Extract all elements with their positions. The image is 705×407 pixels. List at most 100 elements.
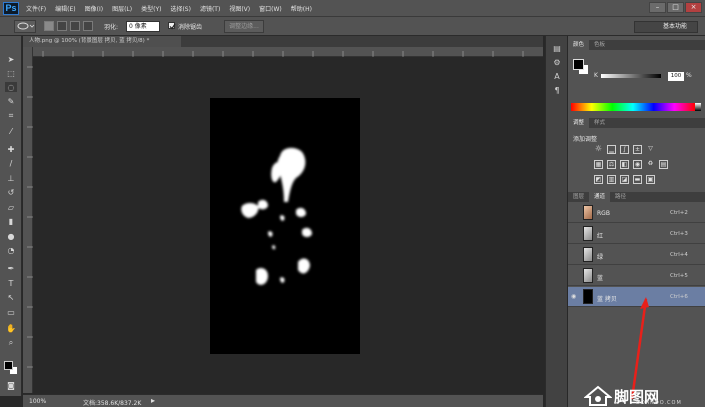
minimize-icon[interactable]: – [649, 2, 666, 13]
channel-mixer-icon[interactable]: ♻ [646, 160, 655, 169]
visibility-icon[interactable] [571, 272, 578, 279]
gradient-map-icon[interactable]: ▬ [633, 175, 642, 184]
levels-icon[interactable]: ▁ [607, 145, 616, 154]
vibrance-icon[interactable]: ▽ [646, 145, 655, 154]
black-white-icon[interactable]: ◧ [620, 160, 629, 169]
history-brush-tool-icon[interactable]: ↺ [5, 187, 17, 197]
path-select-tool-icon[interactable]: ↖ [5, 292, 17, 302]
color-balance-icon[interactable]: ⚖ [607, 160, 616, 169]
posterize-icon[interactable]: ▥ [607, 175, 616, 184]
threshold-icon[interactable]: ◪ [620, 175, 629, 184]
lasso-tool-icon[interactable]: ◌ [5, 82, 17, 92]
paragraph-panel-icon[interactable]: ¶ [552, 86, 562, 96]
clone-stamp-tool-icon[interactable]: ⊥ [5, 173, 17, 183]
grayscale-ramp[interactable] [695, 103, 701, 111]
color-spectrum[interactable] [571, 103, 695, 111]
menu-view[interactable]: 视图(V) [229, 4, 250, 13]
refine-edge-button[interactable]: 调整边缘... [224, 20, 264, 33]
k-value-input[interactable]: 100 [668, 72, 684, 81]
rectangle-tool-icon[interactable]: ▭ [5, 307, 17, 317]
color-panel-tabs: 颜色 色板 [568, 40, 705, 50]
menu-select[interactable]: 选择(S) [170, 4, 191, 13]
tab-swatches[interactable]: 色板 [589, 40, 610, 50]
vertical-ruler[interactable] [23, 47, 33, 393]
brush-tool-icon[interactable]: / [5, 158, 17, 168]
zoom-level[interactable]: 100% [29, 398, 46, 405]
adjustment-row-1: ☼ ▁ ∫ ± ▽ [594, 145, 655, 154]
feather-input[interactable]: 0 像素 [126, 21, 160, 32]
channel-row-green[interactable]: 绿 Ctrl+4 [568, 245, 705, 265]
tab-channels[interactable]: 通道 [589, 192, 611, 202]
properties-panel-icon[interactable]: ⚙ [552, 58, 562, 68]
character-panel-icon[interactable]: A [552, 72, 562, 82]
dodge-tool-icon[interactable]: ◔ [5, 245, 17, 255]
hand-tool-icon[interactable]: ✋ [5, 323, 17, 333]
tab-paths[interactable]: 路径 [610, 192, 631, 202]
tab-adjustments[interactable]: 调整 [568, 118, 590, 128]
status-menu-arrow-icon[interactable]: ▸ [151, 396, 155, 405]
quick-mask-icon[interactable]: ◙ [5, 380, 17, 390]
tab-layers[interactable]: 图层 [568, 192, 589, 202]
eye-icon[interactable]: ◉ [571, 293, 578, 300]
channel-name: RGB [597, 210, 610, 217]
curves-icon[interactable]: ∫ [620, 145, 629, 154]
eyedropper-tool-icon[interactable]: ⁄ [5, 126, 17, 136]
history-panel-icon[interactable]: ▤ [552, 44, 562, 54]
menu-filter[interactable]: 滤镜(T) [200, 4, 220, 13]
document-tab[interactable]: 人物.png @ 100% (背景图层 拷贝, 蓝 拷贝/8) * [23, 36, 181, 47]
antialias-checkbox[interactable] [168, 22, 176, 30]
zoom-tool-icon[interactable]: ⌕ [5, 338, 17, 348]
hue-saturation-icon[interactable]: ▦ [594, 160, 603, 169]
tab-styles[interactable]: 样式 [589, 118, 610, 128]
channel-row-blue[interactable]: 蓝 Ctrl+5 [568, 266, 705, 286]
healing-brush-tool-icon[interactable]: ✚ [5, 144, 17, 154]
add-selection-icon[interactable] [57, 21, 67, 31]
selective-color-icon[interactable]: ▣ [646, 175, 655, 184]
eraser-tool-icon[interactable]: ▱ [5, 202, 17, 212]
lasso-tool-preset-icon[interactable] [14, 20, 36, 33]
selection-modes [44, 21, 93, 31]
menu-window[interactable]: 窗口(W) [259, 4, 282, 13]
foreground-color-swatch[interactable] [4, 361, 13, 370]
feather-label: 羽化: [104, 24, 119, 31]
type-tool-icon[interactable]: T [5, 278, 17, 288]
channel-row-rgb[interactable]: RGB Ctrl+2 [568, 203, 705, 223]
menu-edit[interactable]: 编辑(E) [55, 4, 75, 13]
photo-filter-icon[interactable]: ◉ [633, 160, 642, 169]
move-tool-icon[interactable]: ➤ [5, 54, 17, 64]
pen-tool-icon[interactable]: ✒ [5, 263, 17, 273]
brightness-icon[interactable]: ☼ [594, 145, 603, 154]
channel-shortcut: Ctrl+6 [670, 294, 688, 300]
visibility-icon[interactable] [571, 230, 578, 237]
menu-layer[interactable]: 图层(L) [112, 4, 132, 13]
color-lookup-icon[interactable]: ▤ [659, 160, 668, 169]
channel-thumbnail [583, 205, 593, 220]
subtract-selection-icon[interactable] [70, 21, 80, 31]
close-icon[interactable]: × [685, 2, 702, 13]
menu-file[interactable]: 文件(F) [26, 4, 46, 13]
channel-row-red[interactable]: 红 Ctrl+3 [568, 224, 705, 244]
document-canvas[interactable] [210, 98, 360, 354]
new-selection-icon[interactable] [44, 21, 54, 31]
intersect-selection-icon[interactable] [83, 21, 93, 31]
marquee-tool-icon[interactable]: ⬚ [5, 68, 17, 78]
menu-type[interactable]: 类型(Y) [141, 4, 161, 13]
quick-select-tool-icon[interactable]: ✎ [5, 96, 17, 106]
menu-help[interactable]: 帮助(H) [291, 4, 312, 13]
exposure-icon[interactable]: ± [633, 145, 642, 154]
visibility-icon[interactable] [571, 209, 578, 216]
k-slider[interactable] [601, 74, 661, 78]
menu-image[interactable]: 图像(I) [85, 4, 103, 13]
color-panel-foreground-swatch[interactable] [573, 59, 584, 70]
invert-icon[interactable]: ◩ [594, 175, 603, 184]
maximize-icon[interactable]: □ [667, 2, 684, 13]
tab-color[interactable]: 颜色 [568, 40, 590, 50]
horizontal-ruler[interactable] [33, 47, 543, 57]
visibility-icon[interactable] [571, 251, 578, 258]
channels-panel-tabs: 图层 通道 路径 [568, 192, 705, 202]
crop-tool-icon[interactable]: ⌗ [5, 111, 17, 121]
blur-tool-icon[interactable]: ● [5, 231, 17, 241]
gradient-tool-icon[interactable]: ▮ [5, 216, 17, 226]
k-label: K [594, 72, 598, 79]
workspace-select[interactable]: 基本功能 [634, 21, 698, 33]
